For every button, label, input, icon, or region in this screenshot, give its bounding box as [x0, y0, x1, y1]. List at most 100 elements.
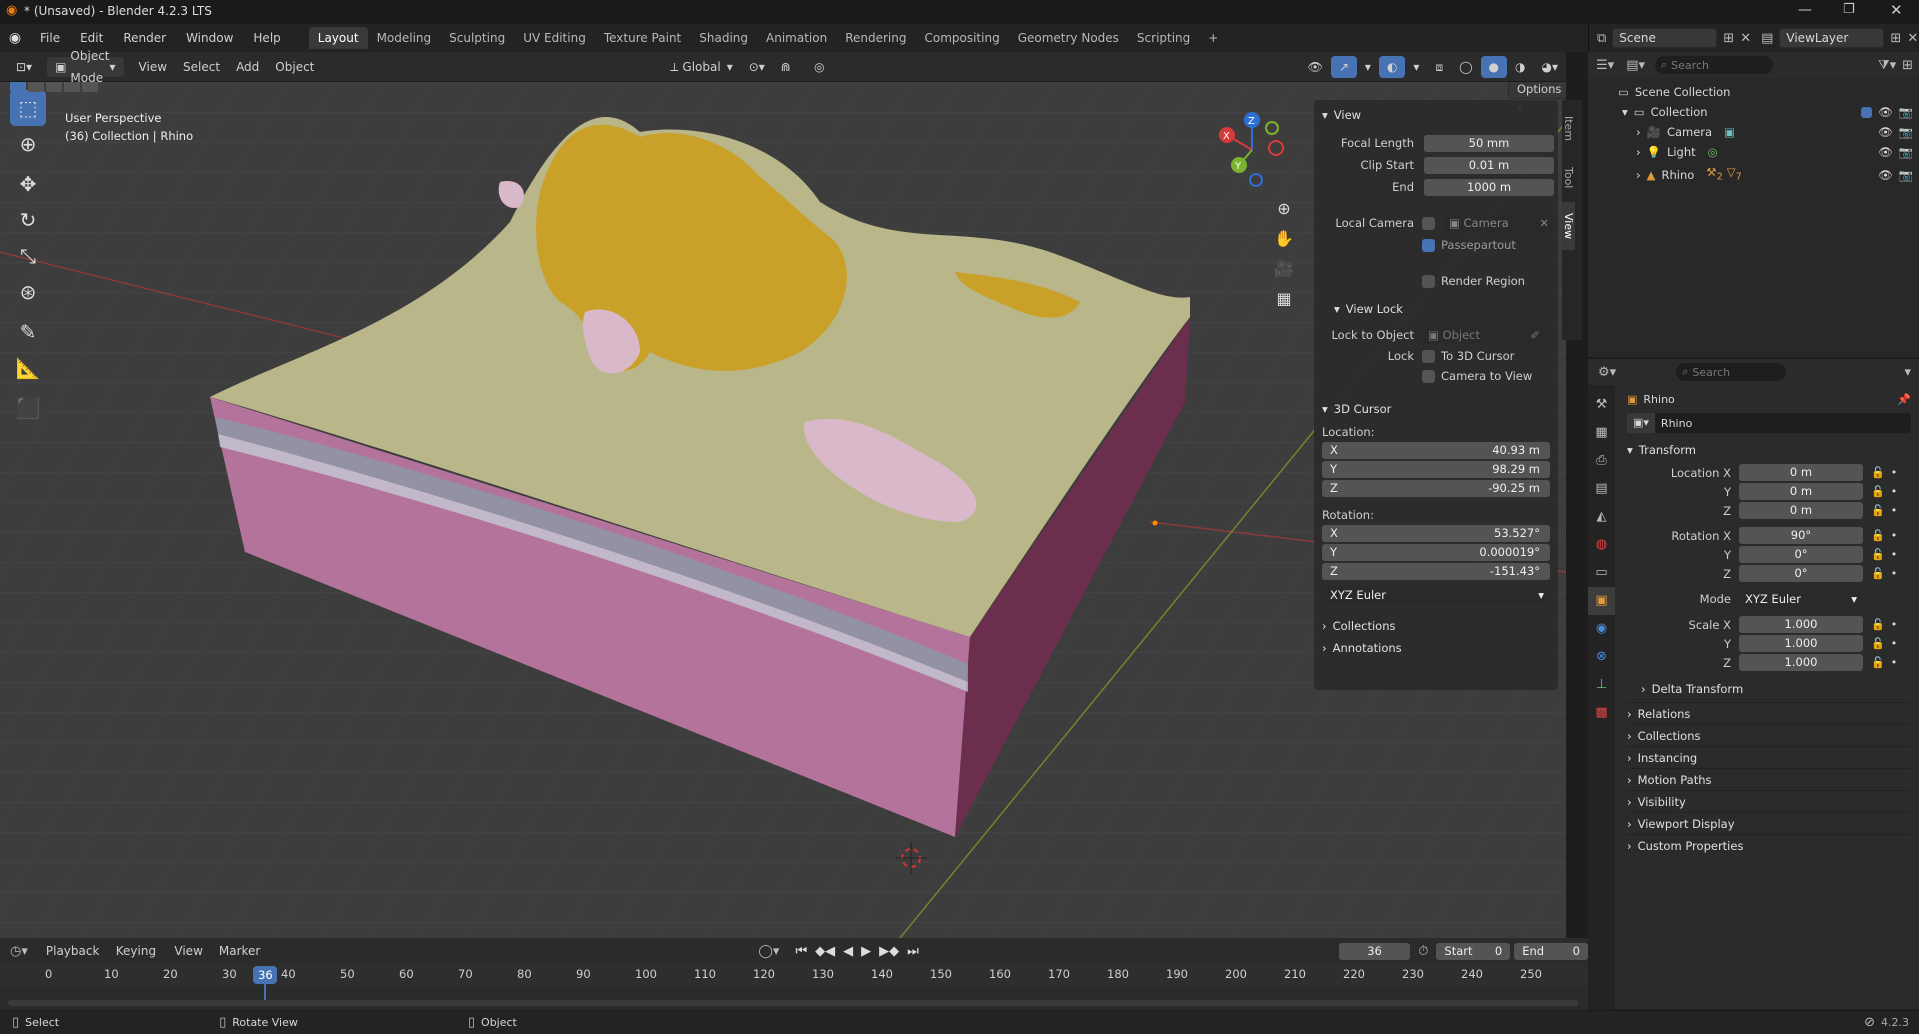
lock-icon[interactable]: 🔓 — [1871, 567, 1885, 580]
scale-x-field[interactable]: 1.000 — [1739, 616, 1863, 633]
overlay-toggle-icon[interactable]: ◐ — [1378, 55, 1406, 78]
output-tab-icon[interactable]: ⎙ — [1588, 447, 1615, 475]
select-menu[interactable]: Select — [175, 56, 228, 78]
local-camera-checkbox[interactable] — [1422, 216, 1435, 230]
editor-type-icon[interactable]: ⊡▾ — [8, 56, 40, 78]
jump-start-icon[interactable]: ⏮ — [795, 944, 807, 959]
camera-to-view-checkbox[interactable] — [1422, 369, 1435, 383]
pan-hand-icon[interactable]: ✋ — [1270, 224, 1298, 254]
eye-icon[interactable]: 👁 — [1878, 168, 1893, 182]
tab-compositing[interactable]: Compositing — [915, 27, 1008, 49]
gizmo-toggle-icon[interactable]: ↗ — [1330, 55, 1357, 78]
rotation-y-field[interactable]: 0° — [1739, 546, 1863, 563]
tab-item[interactable]: Item — [1562, 104, 1575, 154]
light-data-icon[interactable]: ◎ — [1708, 142, 1718, 162]
location-x-field[interactable]: 0 m — [1739, 464, 1863, 481]
xray-icon[interactable]: ⧈ — [1427, 56, 1451, 78]
properties-editor-icon[interactable]: ⚙▾ — [1598, 365, 1616, 380]
world-tab-icon[interactable]: ◍ — [1588, 531, 1615, 559]
rotation-x-field[interactable]: 90° — [1739, 527, 1863, 544]
eyedropper-icon[interactable]: ✐ — [1530, 327, 1540, 344]
pivot-icon[interactable]: ⊙▾ — [741, 56, 773, 78]
ortho-grid-icon[interactable]: ▦ — [1270, 284, 1298, 314]
snap-icon[interactable]: ⋒ ⊞▾ — [773, 56, 806, 96]
current-frame-field[interactable]: 36 — [1338, 942, 1411, 960]
menu-render[interactable]: Render — [113, 27, 176, 49]
blender-menu-icon[interactable]: ◉ — [0, 30, 30, 46]
visibility-panel-header[interactable]: › Visibility — [1627, 790, 1911, 812]
lock-icon[interactable]: 🔓 — [1871, 529, 1885, 542]
viewlayer-field[interactable]: ViewLayer — [1779, 28, 1885, 48]
view-menu[interactable]: View — [131, 56, 175, 78]
data-tab-icon[interactable]: ⊥ — [1588, 671, 1615, 699]
outliner-item-light[interactable]: › 💡 Light ◎ 👁 📷 — [1588, 142, 1919, 162]
eye-icon[interactable]: 👁 — [1878, 125, 1893, 139]
viewport-display-panel-header[interactable]: › Viewport Display — [1627, 812, 1911, 834]
frame-ruler[interactable]: 0 10 20 30 40 50 60 70 80 90 100 110 120 130 140 150 160… — [0, 964, 1588, 1004]
local-camera-field[interactable]: ▣ Camera ✕ — [1443, 214, 1553, 232]
measure-tool-icon[interactable]: 📐 — [10, 350, 46, 386]
cursor-loc-y[interactable]: Y 98.29 m — [1322, 461, 1550, 478]
close-button[interactable]: ✕ — [1890, 1, 1903, 19]
gizmo-dropdown-icon[interactable]: ▾ — [1357, 56, 1379, 78]
lock-to-object-field[interactable]: ▣ Object ✐ — [1422, 326, 1544, 344]
camera-render-icon[interactable]: 📷 — [1899, 168, 1913, 182]
lock-icon[interactable]: 🔓 — [1871, 618, 1885, 631]
menu-file[interactable]: File — [30, 27, 70, 49]
lock-icon[interactable]: 🔓 — [1871, 504, 1885, 517]
options-dropdown[interactable]: Options ▾ — [1508, 82, 1566, 114]
scene-collection-row[interactable]: ▭ Scene Collection — [1588, 82, 1919, 102]
render-tab-icon[interactable]: ▦ — [1588, 419, 1615, 447]
view-layer-tab-icon[interactable]: ▤ — [1588, 475, 1615, 503]
jump-end-icon[interactable]: ⏭ — [907, 944, 919, 959]
keyframe-dot-icon[interactable]: • — [1891, 567, 1898, 580]
3d-cursor-header[interactable]: ▾ 3D Cursor — [1314, 398, 1558, 420]
tab-modeling[interactable]: Modeling — [368, 27, 441, 49]
rotation-z-field[interactable]: 0° — [1739, 565, 1863, 582]
playhead-marker[interactable]: 36 — [253, 966, 278, 984]
keyframe-dot-icon[interactable]: • — [1891, 618, 1898, 631]
cursor-loc-x[interactable]: X 40.93 m — [1322, 442, 1550, 459]
visibility-icon[interactable]: 👁▾ — [1300, 56, 1331, 96]
tab-rendering[interactable]: Rendering — [836, 27, 915, 49]
cursor-tool-icon[interactable]: ⊕ — [10, 126, 46, 162]
view-section-header[interactable]: ▾ View — [1314, 104, 1558, 126]
collection-row[interactable]: ▾ ▭ Collection 👁 📷 — [1588, 102, 1919, 122]
lock-icon[interactable]: 🔓 — [1871, 548, 1885, 561]
lock-icon[interactable]: 🔓 — [1871, 485, 1885, 498]
keyframe-dot-icon[interactable]: • — [1891, 656, 1898, 669]
keyframe-dot-icon[interactable]: • — [1891, 504, 1898, 517]
annotate-tool-icon[interactable]: ✎ — [10, 314, 46, 350]
timeline-editor-icon[interactable]: ◷▾ — [10, 944, 28, 959]
eye-icon[interactable]: 👁 — [1878, 102, 1893, 122]
custom-properties-panel-header[interactable]: › Custom Properties — [1627, 834, 1911, 856]
scene-tab-icon[interactable]: ◭ — [1588, 503, 1615, 531]
scene-field[interactable]: Scene — [1612, 28, 1718, 48]
cursor-rot-z[interactable]: Z -151.43° — [1322, 563, 1550, 580]
lock-icon[interactable]: 🔓 — [1871, 656, 1885, 669]
jump-keyframe-back-icon[interactable]: ◆◀ — [815, 944, 835, 959]
tab-geometry-nodes[interactable]: Geometry Nodes — [1009, 27, 1128, 49]
scale-z-field[interactable]: 1.000 — [1739, 654, 1863, 671]
scale-tool-icon[interactable]: ⤡ — [10, 238, 46, 274]
select-subtract-icon[interactable] — [46, 82, 62, 92]
timeline-view-menu[interactable]: View — [166, 940, 210, 962]
timeline-scrollbar[interactable] — [8, 1000, 1578, 1006]
outliner-search-input[interactable]: ⌕ Search — [1655, 56, 1773, 74]
clear-icon[interactable]: ✕ — [1539, 215, 1549, 232]
modifier-icon[interactable]: ⚒2 — [1706, 162, 1722, 187]
auto-keying-icon[interactable]: ◯▾ — [758, 944, 779, 959]
marker-menu[interactable]: Marker — [211, 940, 268, 962]
collection-tab-icon[interactable]: ▭ — [1588, 559, 1615, 587]
material-tab-icon[interactable]: ▩ — [1588, 699, 1615, 727]
remove-scene-icon[interactable]: ✕ — [1740, 31, 1751, 46]
physics-tab-icon[interactable]: ◉ — [1588, 615, 1615, 643]
transform-panel-header[interactable]: ▾ Transform — [1627, 439, 1911, 461]
transform-tool-icon[interactable]: ⊛ — [10, 274, 46, 310]
instancing-panel-header[interactable]: › Instancing — [1627, 746, 1911, 768]
datablock-field[interactable]: ▣▾ Rhino — [1627, 413, 1911, 433]
play-icon[interactable]: ▶ — [861, 944, 871, 959]
menu-help[interactable]: Help — [243, 27, 290, 49]
remove-viewlayer-icon[interactable]: ✕ — [1907, 31, 1918, 46]
proportional-edit-icon[interactable]: ◎ ⋀▾ — [806, 56, 839, 96]
